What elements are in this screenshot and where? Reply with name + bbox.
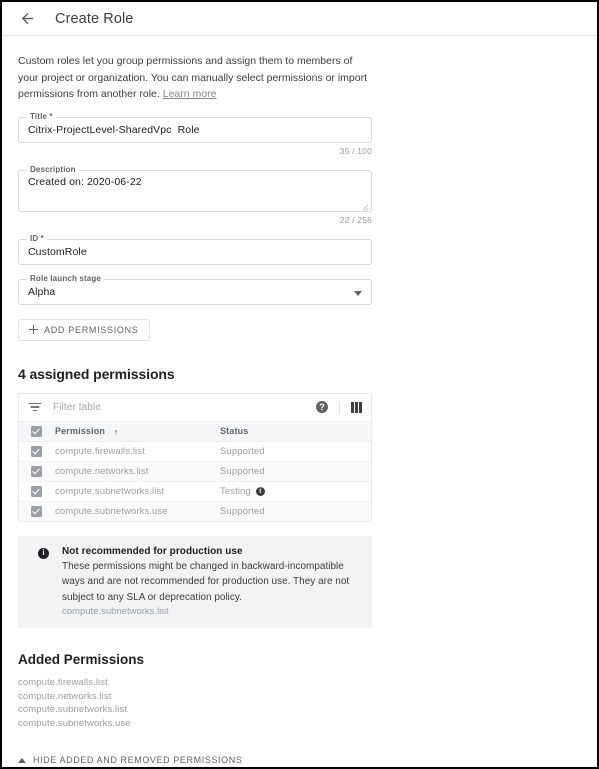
description-character-counter: 22 / 256 — [339, 214, 372, 225]
status-column-header[interactable]: Status — [220, 421, 371, 441]
table-row[interactable]: compute.subnetworks.list Testing i — [19, 481, 371, 501]
table-row[interactable]: compute.subnetworks.use Supported — [19, 501, 371, 521]
permissions-table-body: compute.firewalls.list Supported compute… — [19, 441, 371, 521]
table-row[interactable]: compute.firewalls.list Supported — [19, 441, 371, 461]
row-status: Testing i — [220, 481, 371, 501]
row-checkbox[interactable] — [31, 485, 42, 497]
title-field-label: Title * — [27, 111, 56, 122]
row-checkbox[interactable] — [31, 465, 42, 477]
table-row[interactable]: compute.networks.list Supported — [19, 461, 371, 481]
add-permissions-label: ADD PERMISSIONS — [44, 324, 139, 335]
hide-added-removed-permissions-toggle[interactable]: HIDE ADDED AND REMOVED PERMISSIONS — [18, 755, 242, 765]
page-content: Custom roles let you group permissions a… — [2, 53, 404, 767]
add-permissions-button[interactable]: ADD PERMISSIONS — [18, 318, 150, 341]
disclosure-label: HIDE ADDED AND REMOVED PERMISSIONS — [33, 755, 243, 765]
permission-column-header[interactable]: Permission ↑ — [55, 421, 220, 441]
row-checkbox-cell[interactable] — [19, 461, 55, 481]
plus-icon — [29, 325, 38, 334]
row-status: Supported — [220, 461, 371, 481]
description-field-value: Created on: 2020-06-22 — [28, 175, 142, 188]
id-field[interactable]: ID * CustomRole — [18, 233, 372, 265]
learn-more-link[interactable]: Learn more — [163, 88, 217, 100]
row-status-label: Testing — [220, 485, 251, 497]
info-icon: i — [38, 547, 49, 559]
title-field[interactable]: Title * Citrix-ProjectLevel-SharedVpc Ro… — [18, 111, 372, 143]
notice-content: Not recommended for production use These… — [62, 546, 358, 618]
resize-handle-icon[interactable] — [361, 202, 369, 210]
row-checkbox[interactable] — [31, 445, 42, 457]
notice-body: These permissions might be changed in ba… — [62, 560, 350, 603]
sort-ascending-icon[interactable]: ↑ — [114, 427, 119, 437]
role-launch-stage-select[interactable]: Role launch stage Alpha — [18, 273, 372, 305]
table-header-row: Permission ↑ Status — [19, 421, 371, 441]
permissions-table: Permission ↑ Status compute.firewalls.li… — [19, 421, 371, 521]
back-arrow-icon[interactable] — [16, 8, 38, 30]
notice-permission: compute.subnetworks.list — [62, 606, 169, 617]
added-permissions-list: compute.firewalls.list compute.networks.… — [18, 676, 388, 730]
filter-icon[interactable] — [28, 402, 41, 413]
row-permission: compute.firewalls.list — [55, 445, 145, 457]
page-header: Create Role — [2, 2, 597, 36]
select-all-header[interactable] — [19, 421, 55, 441]
row-status-label: Supported — [220, 445, 265, 457]
row-checkbox[interactable] — [31, 505, 42, 517]
chevron-down-icon[interactable] — [354, 290, 362, 296]
info-icon[interactable]: i — [255, 486, 265, 496]
title-character-counter: 35 / 100 — [339, 145, 372, 156]
create-role-page: Create Role Custom roles let you group p… — [0, 0, 599, 769]
filter-table-input[interactable]: Filter table — [53, 402, 316, 413]
role-launch-stage-value: Alpha — [28, 285, 56, 298]
page-title: Create Role — [55, 10, 134, 27]
chevron-up-icon — [18, 757, 26, 763]
row-status-label: Supported — [220, 505, 265, 517]
notice-title: Not recommended for production use — [62, 545, 243, 557]
description-field[interactable]: Description Created on: 2020-06-22 — [18, 164, 372, 212]
intro-text: Custom roles let you group permissions a… — [18, 53, 370, 103]
production-use-notice: i Not recommended for production use The… — [18, 535, 372, 628]
row-checkbox-cell[interactable] — [19, 441, 55, 461]
permissions-table-card: Filter table ? Permission ↑ Status compu… — [18, 392, 372, 522]
row-checkbox-cell[interactable] — [19, 501, 55, 521]
row-permission: compute.subnetworks.list — [55, 485, 165, 497]
role-launch-stage-label: Role launch stage — [27, 273, 105, 284]
row-status: Supported — [220, 501, 371, 521]
list-item: compute.subnetworks.list — [18, 704, 128, 715]
permission-column-label: Permission — [55, 425, 106, 436]
help-icon[interactable]: ? — [316, 401, 329, 413]
row-permission: compute.networks.list — [55, 465, 149, 477]
row-checkbox-cell[interactable] — [19, 481, 55, 501]
list-item: compute.subnetworks.use — [18, 717, 131, 729]
row-status-label: Supported — [220, 465, 265, 477]
id-field-label: ID * — [27, 233, 47, 244]
list-item: compute.firewalls.list — [18, 677, 108, 688]
permissions-table-head: Permission ↑ Status — [19, 421, 371, 441]
toolbar-divider — [339, 400, 341, 414]
list-item: compute.networks.list — [18, 690, 112, 702]
row-status: Supported — [220, 441, 371, 461]
row-permission: compute.subnetworks.use — [55, 505, 168, 517]
table-toolbar: Filter table ? — [19, 394, 371, 421]
select-all-checkbox[interactable] — [31, 425, 42, 437]
assigned-permissions-heading: 4 assigned permissions — [18, 365, 175, 382]
description-field-label: Description — [27, 164, 79, 175]
columns-icon[interactable] — [351, 401, 362, 413]
title-field-value: Citrix-ProjectLevel-SharedVpc Role — [28, 123, 200, 136]
added-permissions-heading: Added Permissions — [18, 652, 145, 667]
id-field-value: CustomRole — [28, 245, 87, 258]
